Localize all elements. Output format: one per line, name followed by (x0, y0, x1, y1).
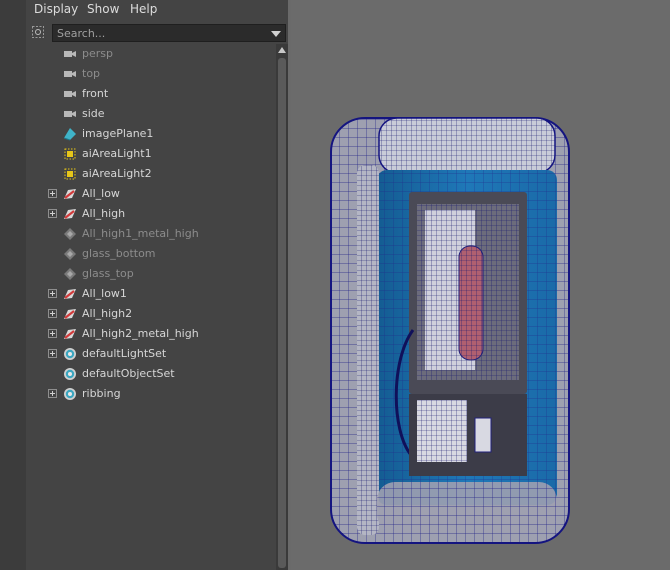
outliner-list: persp top front side imagePlane1 aiAreaLight1… (26, 44, 276, 570)
image-plane-icon (62, 126, 78, 142)
expand-plus-icon[interactable] (48, 209, 57, 218)
outliner-item-label: top (82, 67, 101, 80)
expand-plus-icon[interactable] (48, 349, 57, 358)
outliner-item-label: All_high (82, 207, 126, 220)
outliner-item-front[interactable]: front (26, 84, 276, 104)
outliner-item-top[interactable]: top (26, 64, 276, 84)
outliner-item-label: aiAreaLight1 (82, 147, 152, 160)
outliner-item-all-high2-metal-high[interactable]: All_high2_metal_high (26, 324, 276, 344)
outliner-item-label: persp (82, 47, 113, 60)
outliner-item-all-high[interactable]: All_high (26, 204, 276, 224)
search-field[interactable] (52, 24, 286, 42)
group-transform-icon (62, 186, 78, 202)
group-transform-icon (62, 306, 78, 322)
filter-icon[interactable] (31, 25, 45, 39)
outliner-item-label: glass_top (82, 267, 134, 280)
outliner-item-all-high2[interactable]: All_high2 (26, 304, 276, 324)
set-icon (62, 386, 78, 402)
outliner-item-defaultlightset[interactable]: defaultLightSet (26, 344, 276, 364)
camera-icon (62, 46, 78, 62)
outliner-item-all-low[interactable]: All_low (26, 184, 276, 204)
camera-icon (62, 106, 78, 122)
expand-plus-icon[interactable] (48, 309, 57, 318)
outliner-item-label: ribbing (82, 387, 121, 400)
search-row (26, 22, 288, 44)
area-light-icon (62, 166, 78, 182)
outliner-item-label: All_low1 (82, 287, 127, 300)
outliner-item-label: aiAreaLight2 (82, 167, 152, 180)
group-transform-icon (62, 326, 78, 342)
outliner-item-imageplane1[interactable]: imagePlane1 (26, 124, 276, 144)
expand-plus-icon[interactable] (48, 329, 57, 338)
group-transform-icon (62, 286, 78, 302)
transform-node-icon (62, 226, 78, 242)
expand-plus-icon[interactable] (48, 289, 57, 298)
transform-node-icon (62, 246, 78, 262)
menu-show[interactable]: Show (87, 2, 119, 16)
group-transform-icon (62, 206, 78, 222)
search-options-chevron-icon[interactable] (271, 31, 281, 37)
outliner-item-label: defaultObjectSet (82, 367, 175, 380)
outliner-item-label: front (82, 87, 109, 100)
menu-help[interactable]: Help (130, 2, 157, 16)
outliner-menubar: Display Show Help (26, 0, 288, 20)
outliner-item-label: glass_bottom (82, 247, 156, 260)
left-toolbox-gutter (0, 0, 27, 570)
expand-plus-icon[interactable] (48, 189, 57, 198)
outliner-item-label: All_high2_metal_high (82, 327, 199, 340)
outliner-panel: Display Show Help persp top front side image… (26, 0, 288, 570)
outliner-item-all-high1-metal-high[interactable]: All_high1_metal_high (26, 224, 276, 244)
outliner-item-label: side (82, 107, 105, 120)
outliner-item-label: defaultLightSet (82, 347, 167, 360)
menu-display[interactable]: Display (34, 2, 78, 16)
camera-icon (62, 86, 78, 102)
transform-node-icon (62, 266, 78, 282)
outliner-item-aiarealight1[interactable]: aiAreaLight1 (26, 144, 276, 164)
search-input[interactable] (53, 25, 267, 41)
set-icon (62, 346, 78, 362)
scroll-up-arrow-icon[interactable] (278, 47, 286, 53)
outliner-item-label: All_high2 (82, 307, 133, 320)
outliner-item-defaultobjectset[interactable]: defaultObjectSet (26, 364, 276, 384)
area-light-icon (62, 146, 78, 162)
phone-booth-wireframe-model[interactable] (321, 110, 611, 555)
expand-plus-icon[interactable] (48, 389, 57, 398)
outliner-item-all-low1[interactable]: All_low1 (26, 284, 276, 304)
outliner-item-glass-top[interactable]: glass_top (26, 264, 276, 284)
outliner-item-label: All_high1_metal_high (82, 227, 199, 240)
set-icon (62, 366, 78, 382)
outliner-item-aiarealight2[interactable]: aiAreaLight2 (26, 164, 276, 184)
outliner-item-label: All_low (82, 187, 120, 200)
outliner-item-persp[interactable]: persp (26, 44, 276, 64)
outliner-item-label: imagePlane1 (82, 127, 154, 140)
3d-viewport[interactable] (291, 0, 670, 570)
outliner-item-ribbing[interactable]: ribbing (26, 384, 276, 404)
scrollbar-thumb[interactable] (278, 58, 286, 568)
outliner-item-glass-bottom[interactable]: glass_bottom (26, 244, 276, 264)
camera-icon (62, 66, 78, 82)
outliner-item-side[interactable]: side (26, 104, 276, 124)
outliner-scrollbar[interactable] (276, 44, 288, 570)
